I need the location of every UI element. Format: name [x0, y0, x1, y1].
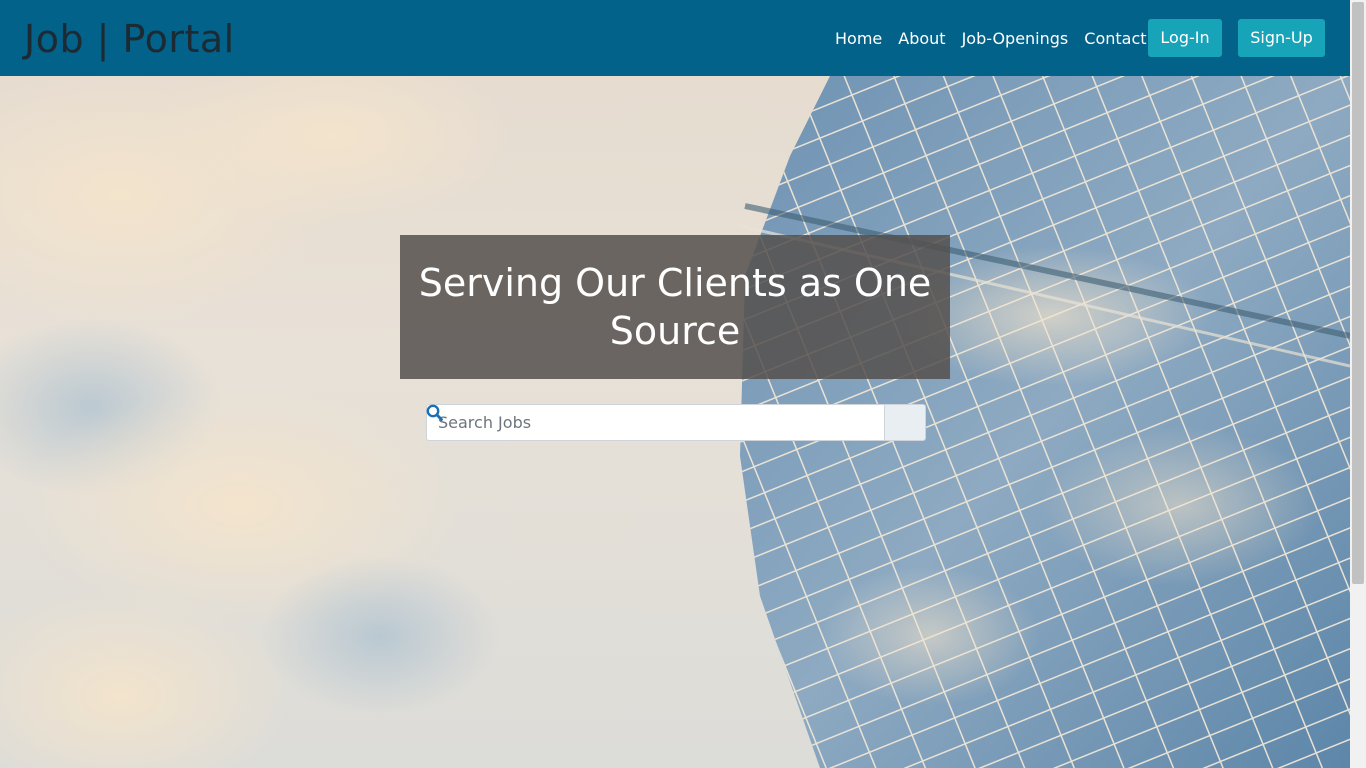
login-button[interactable]: Log-In — [1148, 19, 1222, 57]
hero-headline: Serving Our Clients as One Source — [418, 261, 932, 353]
nav-links: Home About Job-Openings Contact — [835, 29, 1163, 49]
nav-link-about[interactable]: About — [898, 29, 945, 49]
signup-button[interactable]: Sign-Up — [1238, 19, 1325, 57]
nav-link-contact[interactable]: Contact — [1084, 29, 1146, 49]
hero-section: Serving Our Clients as One Source — [0, 76, 1350, 768]
nav-link-home[interactable]: Home — [835, 29, 882, 49]
search-jobs-input[interactable] — [426, 404, 884, 441]
headline-box: Serving Our Clients as One Source — [400, 235, 950, 379]
nav-link-job-openings[interactable]: Job-Openings — [962, 29, 1069, 49]
navbar: Job | Portal Home About Job-Openings Con… — [0, 0, 1350, 76]
job-search-form — [426, 404, 926, 441]
search-button[interactable] — [426, 404, 926, 441]
page-scrollbar[interactable] — [1350, 0, 1366, 768]
search-icon — [426, 404, 443, 421]
scrollbar-thumb[interactable] — [1352, 2, 1364, 584]
brand-logo[interactable]: Job | Portal — [24, 16, 235, 62]
